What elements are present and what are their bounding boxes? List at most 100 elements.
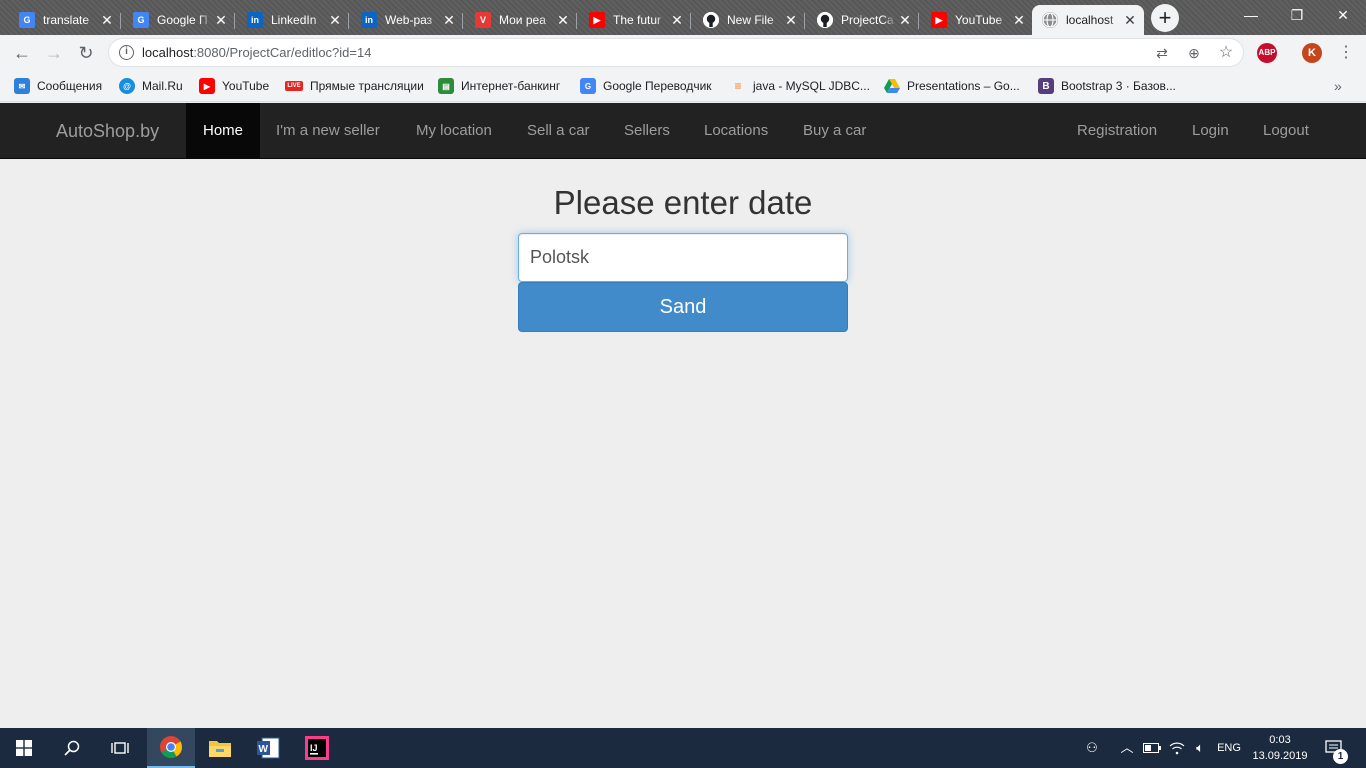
nav-sell-a-car[interactable]: Sell a car [511,103,606,158]
tab-title: Мои реа [499,13,546,27]
close-icon[interactable]: ✕ [99,12,115,28]
nav-login[interactable]: Login [1176,103,1245,158]
nav-sellers[interactable]: Sellers [608,103,686,158]
new-tab-button[interactable]: + [1151,4,1179,32]
messages-icon: ✉ [14,78,30,94]
file-explorer-icon[interactable] [196,728,244,768]
bookmarks-bar: ✉ Сообщения @ Mail.Ru ▶ YouTube LIVE Пря… [0,70,1366,102]
close-icon[interactable]: ✕ [555,12,571,28]
url-text[interactable]: localhost:8080/ProjectCar/editloc?id=14 [142,45,371,60]
minimize-icon[interactable]: — [1228,0,1274,30]
google-translate-icon: G [580,78,596,94]
people-icon[interactable]: ⚇ [1082,739,1102,757]
close-icon[interactable]: ✕ [897,12,913,28]
intellij-icon[interactable]: IJ [293,728,341,768]
chrome-taskbar-icon[interactable] [147,728,195,768]
bookmarks-overflow-icon[interactable]: » [1334,77,1342,95]
windows-start-icon[interactable] [0,728,48,768]
youtube-icon: ▶ [931,12,947,28]
tab-title: localhost [1066,13,1114,27]
close-icon[interactable]: ✕ [669,12,685,28]
tab-title: New File [727,13,774,27]
nav-registration[interactable]: Registration [1061,103,1173,158]
close-icon[interactable]: ✕ [1011,12,1027,28]
browser-tab[interactable]: ProjectCa ✕ [807,5,919,35]
google-translate-icon: G [133,12,149,28]
close-icon[interactable]: ✕ [441,12,457,28]
linkedin-icon: in [247,12,263,28]
bookmark-item[interactable]: LIVE Прямые трансляции [285,77,424,95]
send-button[interactable]: Sand [518,282,848,332]
nav-home[interactable]: Home [186,103,260,158]
menu-kebab-icon[interactable]: ⋮ [1333,40,1359,66]
back-icon[interactable]: ← [9,40,35,66]
language-indicator[interactable]: ENG [1214,739,1244,757]
adblock-icon[interactable]: ABP [1257,43,1277,63]
tab-title: Google П [157,13,208,27]
bookmark-item[interactable]: B Bootstrap 3 · Базов... [1038,77,1176,95]
profile-avatar[interactable]: K [1302,43,1322,63]
nav-logout[interactable]: Logout [1247,103,1325,158]
bookmark-item[interactable]: ▤ Интернет-банкинг [438,77,560,95]
browser-tab[interactable]: V Мои реа ✕ [465,5,577,35]
browser-tab[interactable]: G translate ✕ [9,5,121,35]
tab-title: LinkedIn [271,13,317,27]
nav-my-location[interactable]: My location [400,103,508,158]
close-icon[interactable]: ✕ [327,12,343,28]
reload-icon[interactable]: ↻ [73,40,99,66]
close-icon[interactable]: ✕ [1122,12,1138,28]
browser-toolbar: ← → ↻ i localhost:8080/ProjectCar/editlo… [0,35,1366,70]
close-icon[interactable]: ✕ [213,12,229,28]
browser-tab[interactable]: New File ✕ [693,5,805,35]
browser-tab[interactable]: in LinkedIn ✕ [237,5,349,35]
google-drive-icon [884,78,900,94]
location-input[interactable] [518,233,848,282]
wifi-icon[interactable] [1166,739,1188,757]
info-icon[interactable]: i [119,45,134,60]
youtube-icon: ▶ [589,12,605,28]
chevron-up-icon[interactable]: ︿ [1118,739,1136,757]
bookmark-item[interactable]: ≡ java - MySQL JDBC... [730,77,869,95]
bookmark-item[interactable]: ✉ Сообщения [14,77,102,95]
nav-new-seller[interactable]: I'm a new seller [260,103,396,158]
tab-title: ProjectCa [841,13,894,27]
address-bar[interactable]: i localhost:8080/ProjectCar/editloc?id=1… [108,38,1244,67]
bootstrap-icon: B [1038,78,1054,94]
github-icon [703,12,719,28]
svg-text:IJ: IJ [310,743,318,753]
nav-buy-a-car[interactable]: Buy a car [787,103,882,158]
tab-title: translate [43,13,90,27]
zoom-icon[interactable]: ⊕ [1183,43,1205,63]
nav-locations[interactable]: Locations [688,103,784,158]
word-icon[interactable]: W [244,728,292,768]
browser-tab[interactable]: G Google П ✕ [123,5,235,35]
tab-title: The futur [613,13,662,27]
bookmark-star-icon[interactable]: ☆ [1215,43,1237,63]
close-window-icon[interactable]: ✕ [1320,0,1366,30]
site-navbar: AutoShop.by Home I'm a new seller My loc… [0,103,1366,159]
mailru-icon: @ [119,78,135,94]
close-icon[interactable]: ✕ [783,12,799,28]
github-icon [817,12,833,28]
search-icon[interactable] [48,728,96,768]
bookmark-item[interactable]: G Google Переводчик [580,77,712,95]
browser-tab[interactable]: in Web-раз ✕ [351,5,463,35]
volume-icon[interactable]: 🔈︎ [1190,739,1210,757]
google-translate-icon: G [19,12,35,28]
bookmark-item[interactable]: Presentations – Go... [884,77,1020,95]
brand-link[interactable]: AutoShop.by [56,121,159,142]
forward-icon[interactable]: → [41,40,67,66]
notification-badge: 1 [1333,749,1348,764]
bookmark-item[interactable]: @ Mail.Ru [119,77,183,95]
browser-tab[interactable]: ▶ YouTube ✕ [921,5,1033,35]
browser-tab-active[interactable]: localhost ✕ [1032,5,1144,35]
browser-tab-strip: G translate ✕ G Google П ✕ in LinkedIn ✕… [0,0,1366,35]
tab-title: YouTube [955,13,1003,27]
clock[interactable]: 0:03 13.09.2019 [1250,732,1310,764]
translate-page-icon[interactable]: ⇄ [1151,43,1173,63]
restore-icon[interactable]: ❐ [1274,0,1320,30]
battery-icon[interactable] [1142,739,1162,757]
browser-tab[interactable]: ▶ The futur ✕ [579,5,691,35]
task-view-icon[interactable] [96,728,144,768]
bookmark-item[interactable]: ▶ YouTube [199,77,269,95]
